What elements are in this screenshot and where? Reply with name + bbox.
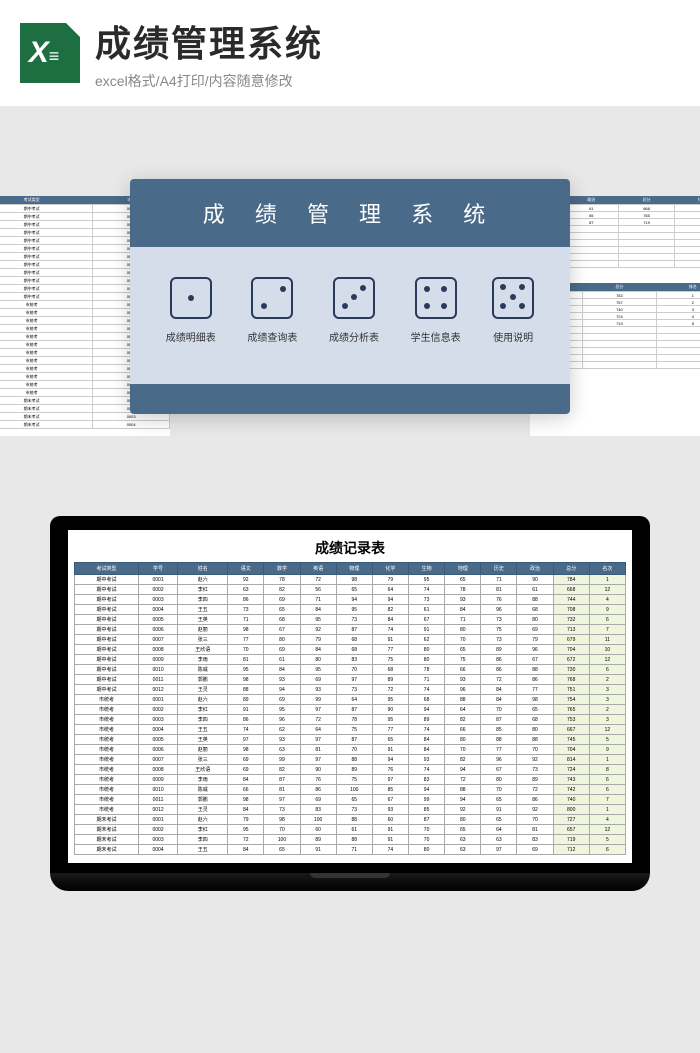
table-row: 期中考试0004王五7365849582618496687089 bbox=[75, 605, 626, 615]
table-header: 考试类型 bbox=[75, 563, 139, 575]
nav-detail[interactable]: 成绩明细表 bbox=[166, 277, 216, 344]
excel-file-icon: X≡ bbox=[20, 23, 80, 83]
nav-analysis[interactable]: 成绩分析表 bbox=[329, 277, 379, 344]
card-footer bbox=[130, 384, 570, 414]
laptop-section: 成绩记录表 考试类型学号姓名语文数学英语物理化学生物地理历史政治总分名次期中考试… bbox=[0, 486, 700, 891]
table-header: 语文 bbox=[228, 563, 264, 575]
page-subtitle: excel格式/A4打印/内容随意修改 bbox=[95, 71, 323, 91]
dice-1-icon bbox=[170, 277, 212, 319]
table-row: 期末考试0004王五8465917174806397697126 bbox=[75, 845, 626, 855]
table-header: 名次 bbox=[589, 563, 625, 575]
main-card: 成 绩 管 理 系 统 成绩明细表 成绩查询表 成绩分析表 学生信息表 使用说明 bbox=[130, 179, 570, 414]
laptop-screen: 成绩记录表 考试类型学号姓名语文数学英语物理化学生物地理历史政治总分名次期中考试… bbox=[50, 516, 650, 873]
laptop-mockup: 成绩记录表 考试类型学号姓名语文数学英语物理化学生物地理历史政治总分名次期中考试… bbox=[50, 516, 650, 891]
table-header: 数学 bbox=[264, 563, 300, 575]
table-header: 历史 bbox=[481, 563, 517, 575]
table-header: 政治 bbox=[517, 563, 553, 575]
table-row: 市统考0006赵丽9863817091847077707049 bbox=[75, 745, 626, 755]
table-row: 期中考试0005王英7168957384677173807326 bbox=[75, 615, 626, 625]
table-row: 期末考试0002李红95706061917065648165712 bbox=[75, 825, 626, 835]
dice-4-icon bbox=[415, 277, 457, 319]
table-row: 期中考试0001赵六9278729879956571907841 bbox=[75, 575, 626, 585]
table-row: 期中考试0010陈威9584957068786686887306 bbox=[75, 665, 626, 675]
table-header: 总分 bbox=[553, 563, 589, 575]
table-row: 期中考试0008王欣语70698468778065899670410 bbox=[75, 645, 626, 655]
table-row: 市统考0005王英9793978765848088887455 bbox=[75, 735, 626, 745]
record-table: 考试类型学号姓名语文数学英语物理化学生物地理历史政治总分名次期中考试0001赵六… bbox=[74, 562, 626, 855]
header-text: 成绩管理系统 excel格式/A4打印/内容随意修改 bbox=[95, 15, 323, 91]
table-row: 市统考0012王灵8473837393859291928001 bbox=[75, 805, 626, 815]
table-row: 市统考0009李雨8487767597837280897436 bbox=[75, 775, 626, 785]
table-row: 期中考试0012王灵8894937372749684777513 bbox=[75, 685, 626, 695]
table-row: 市统考0011郭鹏9897696567999465867407 bbox=[75, 795, 626, 805]
table-header: 生物 bbox=[409, 563, 445, 575]
table-row: 期中考试0009李雨81618083758075866767212 bbox=[75, 655, 626, 665]
table-row: 期末考试0003李四72100898891706363837195 bbox=[75, 835, 626, 845]
table-row: 期中考试0006赵丽9867928774918075697137 bbox=[75, 625, 626, 635]
laptop-base bbox=[50, 873, 650, 891]
table-row: 期中考试0007张三77807968916270737967911 bbox=[75, 635, 626, 645]
nav-student[interactable]: 学生信息表 bbox=[411, 277, 461, 344]
nav-help[interactable]: 使用说明 bbox=[492, 277, 534, 344]
table-row: 市统考0007张三6999978894938296928141 bbox=[75, 755, 626, 765]
table-row: 市统考0002李红9195978790946470657652 bbox=[75, 705, 626, 715]
record-title: 成绩记录表 bbox=[74, 538, 626, 558]
table-row: 期中考试0002李红63825665647478816166812 bbox=[75, 585, 626, 595]
nav-query[interactable]: 成绩查询表 bbox=[247, 277, 297, 344]
dice-5-icon bbox=[492, 277, 534, 319]
dice-3-icon bbox=[333, 277, 375, 319]
table-header: 化学 bbox=[372, 563, 408, 575]
table-row: 期中考试0011郭鹏9893699789719372867682 bbox=[75, 675, 626, 685]
header: X≡ 成绩管理系统 excel格式/A4打印/内容随意修改 bbox=[0, 0, 700, 106]
table-row: 期末考试0001赵六79981008860878065707274 bbox=[75, 815, 626, 825]
table-header: 英语 bbox=[300, 563, 336, 575]
table-row: 期中考试0003李四8669719494739376887444 bbox=[75, 595, 626, 605]
table-header: 学号 bbox=[138, 563, 177, 575]
table-row: 市统考0001赵六8969996495688884987543 bbox=[75, 695, 626, 705]
table-row: 市统考0004王五74626475777466858066712 bbox=[75, 725, 626, 735]
table-row: 市统考0008王欣语6982908976749467737248 bbox=[75, 765, 626, 775]
page-title: 成绩管理系统 bbox=[95, 15, 323, 67]
table-header: 地理 bbox=[445, 563, 481, 575]
preview-section: 考试类型学号期中考试0001期中考试0002期中考试0003期中考试0004期中… bbox=[0, 106, 700, 486]
card-title: 成 绩 管 理 系 统 bbox=[130, 179, 570, 247]
table-header: 姓名 bbox=[178, 563, 228, 575]
card-nav: 成绩明细表 成绩查询表 成绩分析表 学生信息表 使用说明 bbox=[130, 247, 570, 384]
table-header: 物理 bbox=[336, 563, 372, 575]
dice-2-icon bbox=[251, 277, 293, 319]
table-row: 市统考0003李四8696727895898287687533 bbox=[75, 715, 626, 725]
table-row: 市统考0010陈威66818610085948870727426 bbox=[75, 785, 626, 795]
